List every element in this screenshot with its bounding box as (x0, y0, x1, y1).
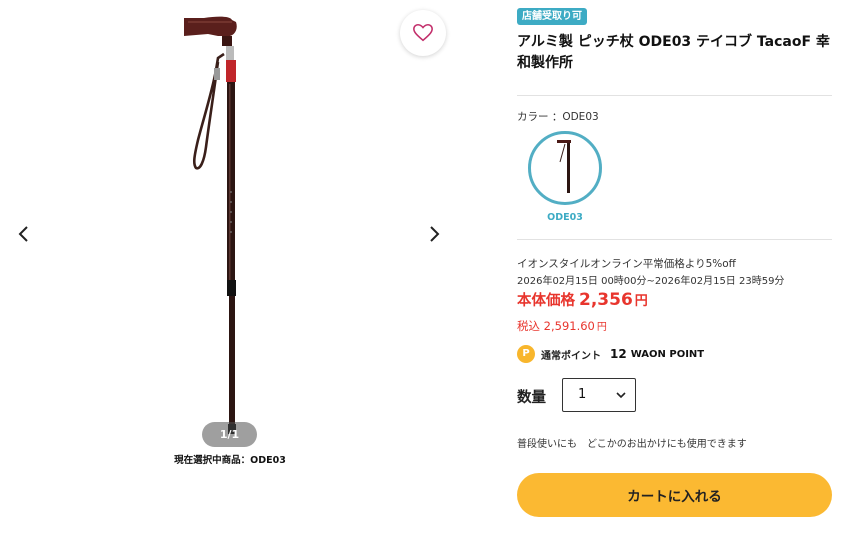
divider (517, 239, 832, 240)
heart-icon (413, 23, 433, 42)
product-gallery: 1/1 現在選択中商品：ODE03 (0, 0, 460, 535)
sale-period: 2026年02月15日 00時00分~2026年02月15日 23時59分 (517, 276, 785, 287)
price-unit: 円 (634, 294, 648, 309)
selected-product-caption: 現在選択中商品：ODE03 (174, 455, 286, 466)
favorite-button[interactable] (400, 10, 446, 56)
quantity-select[interactable]: 1 (562, 378, 636, 412)
prev-image-button[interactable] (12, 222, 36, 246)
add-to-cart-button[interactable]: カートに入れる (517, 473, 832, 517)
point-icon: P (517, 345, 535, 363)
swatch-label: ODE03 (547, 212, 583, 223)
divider (517, 95, 832, 96)
quantity-value: 1 (578, 387, 587, 402)
price-value: 2,356 (579, 290, 633, 310)
price-label: 本体価格 (517, 293, 575, 309)
color-swatch-ode03[interactable] (528, 131, 602, 205)
chevron-left-icon (18, 226, 28, 242)
swatch-cane-image (557, 140, 571, 193)
point-value: 12 (610, 347, 627, 361)
tax-unit: 円 (596, 322, 607, 333)
tax-label: 税込 (517, 319, 540, 333)
price: 本体価格 2,356 円 (517, 289, 648, 310)
tax-value: 2,591.60 (543, 319, 595, 333)
product-title: アルミ製 ピッチ杖 ODE03 テイコブ TacaoF 幸和製作所 (517, 34, 830, 71)
tax-price: 税込 2,591.60 円 (517, 318, 607, 334)
chevron-down-icon (616, 392, 626, 399)
point-label: 通常ポイント (541, 350, 601, 362)
image-counter: 1/1 (202, 422, 257, 447)
chevron-right-icon (430, 226, 440, 242)
store-pickup-badge: 店舗受取り可 (517, 8, 587, 25)
product-image (184, 16, 237, 434)
point-unit: WAON POINT (630, 348, 705, 360)
sale-description: イオンスタイルオンライン平常価格より5%off (517, 258, 736, 270)
next-image-button[interactable] (422, 222, 446, 246)
quantity-label: 数量 (517, 390, 546, 406)
product-description: 普段使いにも どこかのお出かけにも使用できます (517, 439, 747, 450)
color-label: カラー ：ODE03 (517, 111, 599, 123)
point-info: P 通常ポイント 12 WAON POINT (517, 345, 704, 363)
